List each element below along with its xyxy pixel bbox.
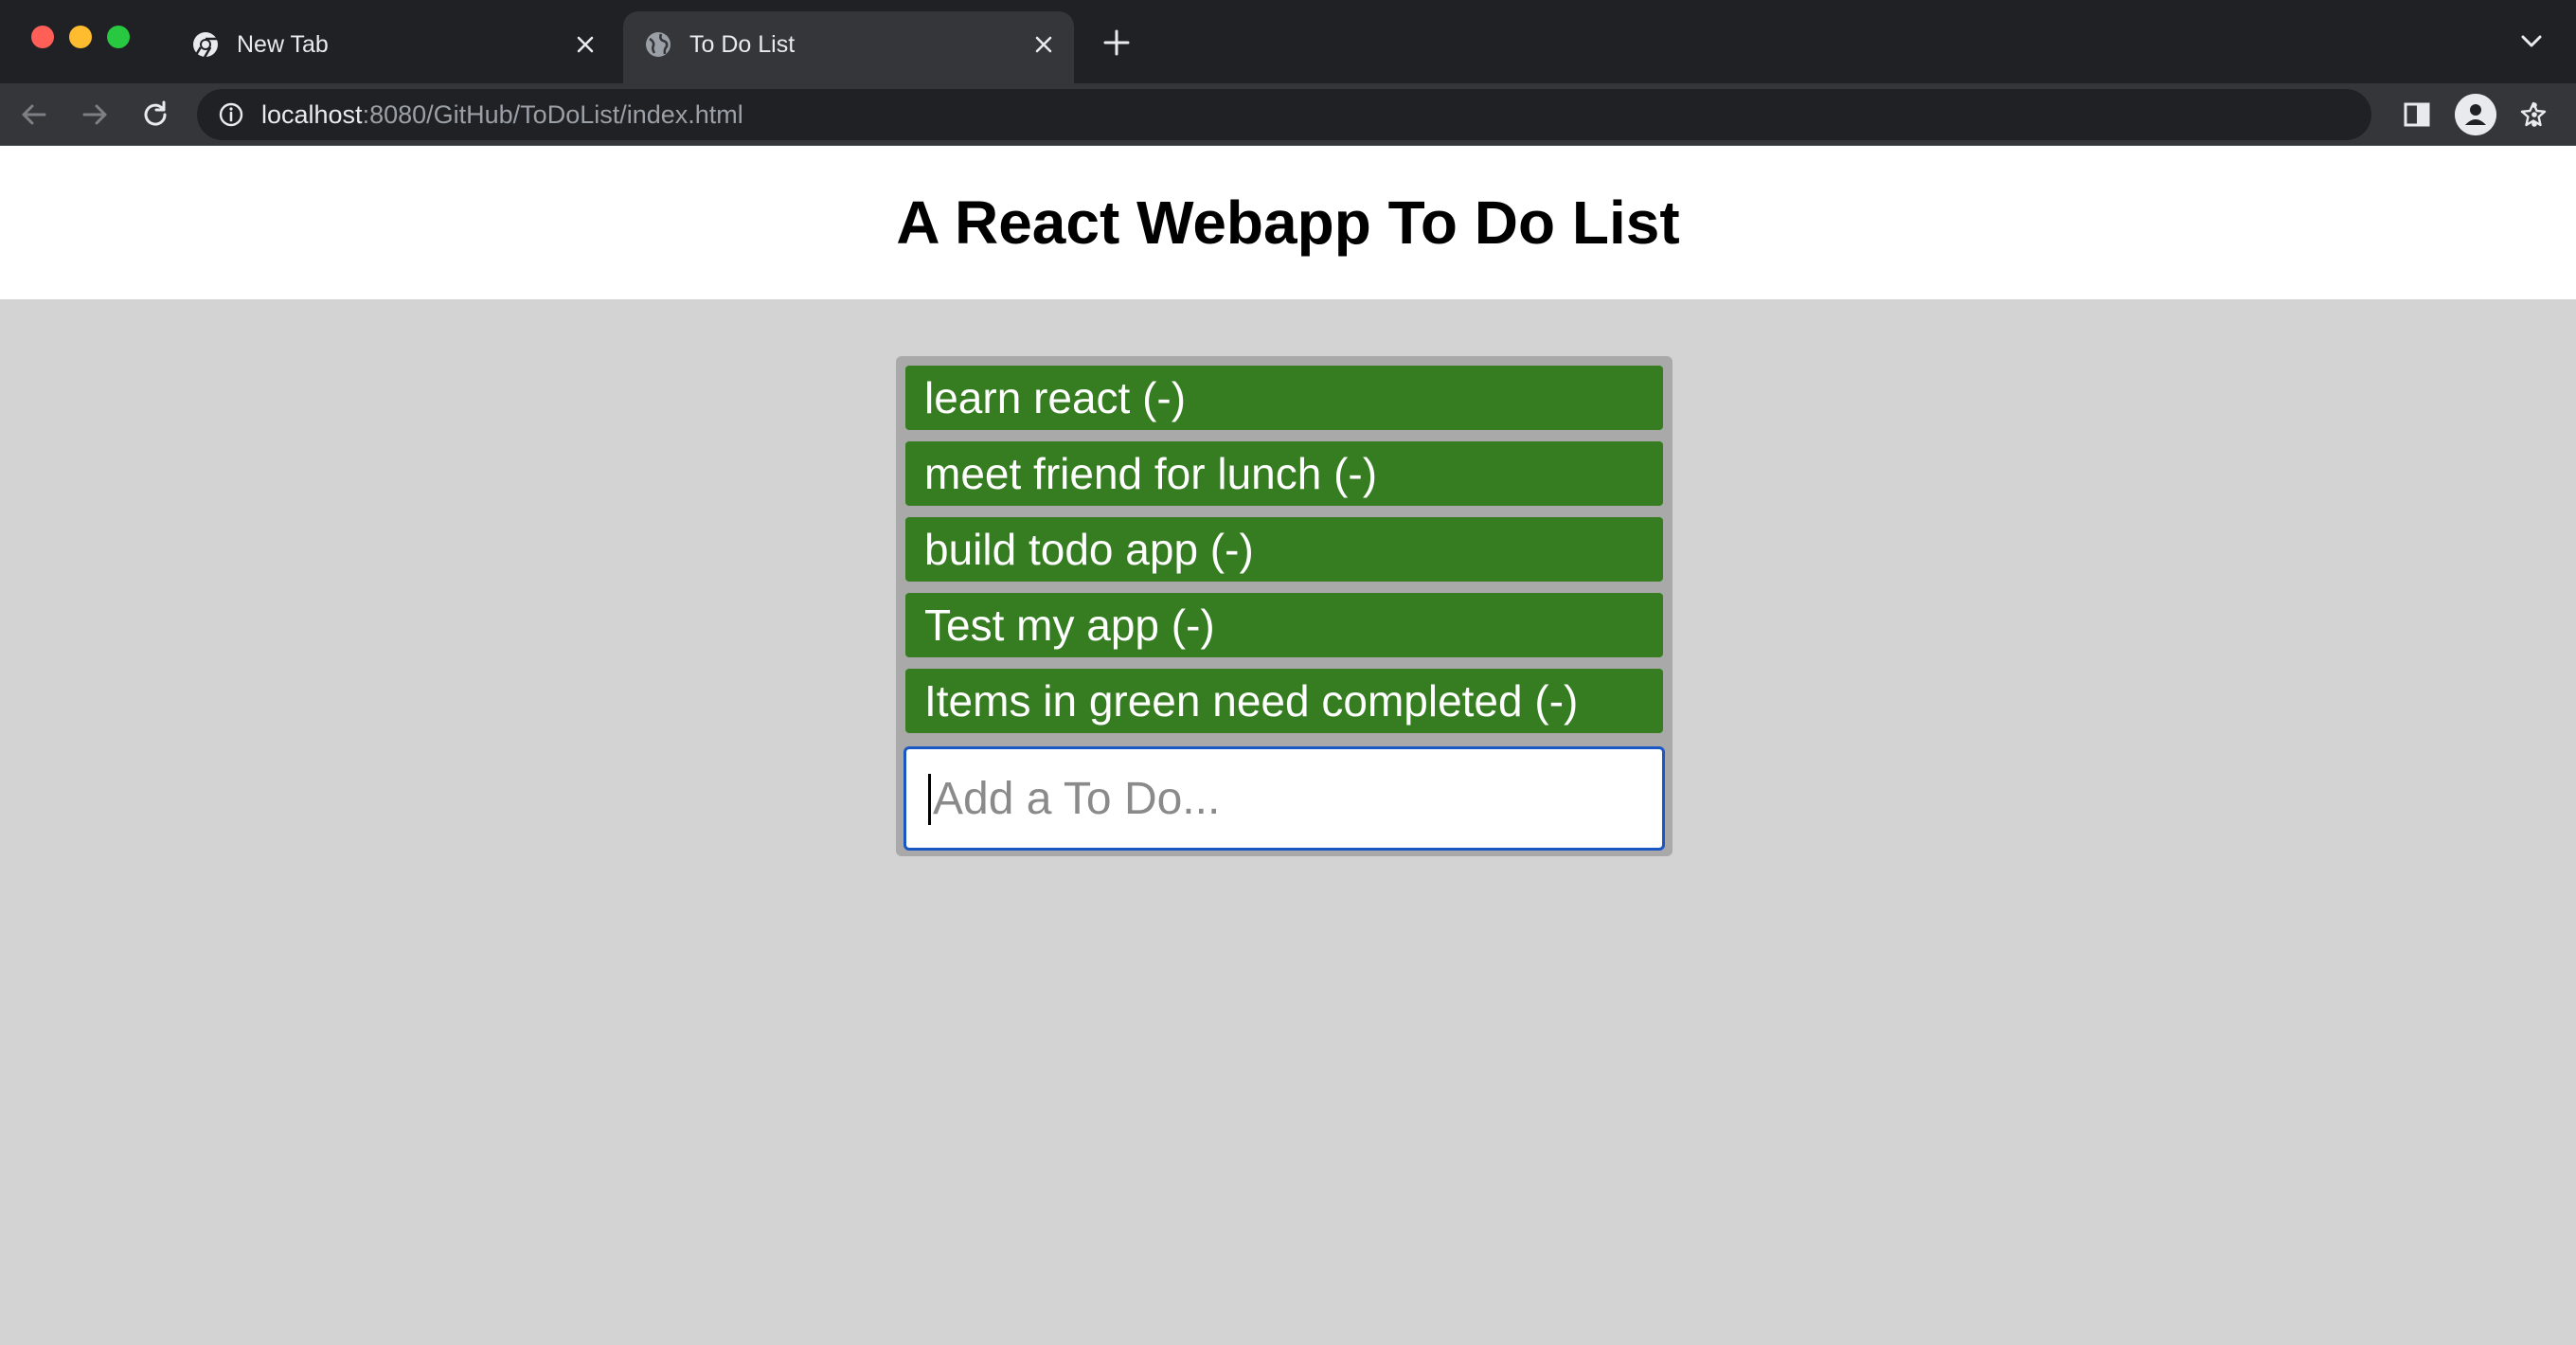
browser-window: New Tab To Do List localhost:8080/GitHub… [0,0,2576,1345]
address-bar[interactable]: localhost:8080/GitHub/ToDoList/index.htm… [197,89,2547,140]
maximize-window-button[interactable] [107,26,130,48]
todo-item[interactable]: Test my app (-) [905,593,1663,657]
close-icon[interactable] [1030,31,1057,58]
reload-icon[interactable] [136,96,174,134]
todo-item[interactable]: Items in green need completed (-) [905,669,1663,733]
url-text[interactable]: localhost:8080/GitHub/ToDoList/index.htm… [261,89,743,140]
more-vert-icon[interactable] [2515,96,2553,134]
tab-title: To Do List [689,31,796,58]
person-icon [2455,94,2496,135]
add-todo-input[interactable] [903,746,1665,851]
plus-icon[interactable] [1100,27,1133,59]
forward-arrow-icon[interactable] [76,96,114,134]
tab-title: New Tab [237,31,329,58]
url-host: localhost [261,100,363,129]
todo-item[interactable]: learn react (-) [905,366,1663,430]
url-path: :8080/GitHub/ToDoList/index.html [362,100,743,129]
info-icon[interactable] [218,101,244,128]
page-header: A React Webapp To Do List [0,146,2576,299]
chrome-icon [193,32,218,59]
side-panel-icon[interactable] [2398,96,2436,134]
page-content: A React Webapp To Do List learn react (-… [0,146,2576,1345]
close-window-button[interactable] [31,26,54,48]
minimize-window-button[interactable] [69,26,92,48]
tab-strip: New Tab To Do List [0,0,2576,83]
tab-to-do-list[interactable]: To Do List [623,11,1074,83]
toolbar: localhost:8080/GitHub/ToDoList/index.htm… [0,83,2576,146]
globe-icon [646,32,671,57]
todo-list: learn react (-) meet friend for lunch (-… [896,356,1673,856]
text-caret [928,774,931,825]
chevron-down-icon[interactable] [2517,30,2546,53]
todo-item[interactable]: build todo app (-) [905,517,1663,582]
profile-avatar-button[interactable] [2455,94,2496,135]
close-icon[interactable] [572,31,599,58]
page-title: A React Webapp To Do List [896,188,1680,257]
todo-item[interactable]: meet friend for lunch (-) [905,441,1663,506]
back-arrow-icon[interactable] [15,96,53,134]
tab-new-tab[interactable]: New Tab [170,11,616,83]
